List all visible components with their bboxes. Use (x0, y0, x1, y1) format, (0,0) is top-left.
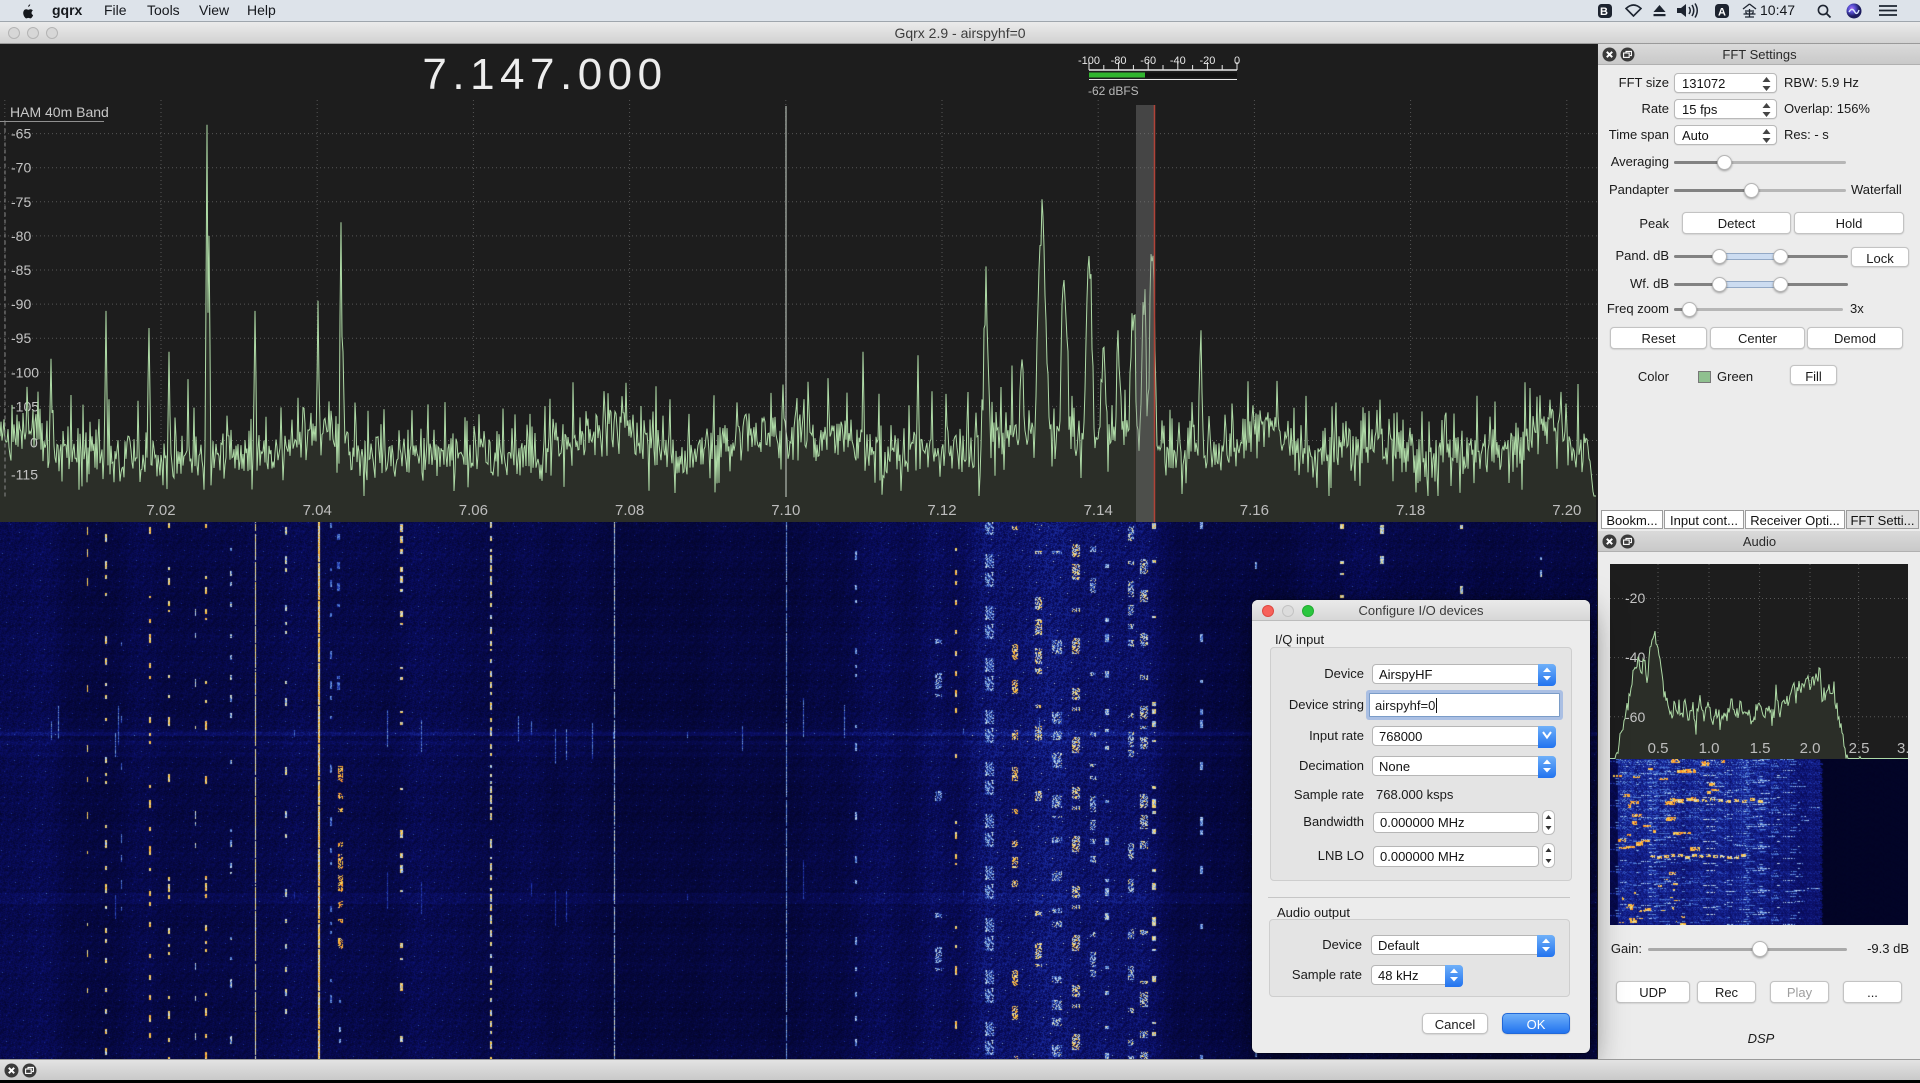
svg-text:7.12: 7.12 (927, 502, 956, 519)
svg-text:-20: -20 (1625, 590, 1645, 606)
svg-text:-90: -90 (11, 296, 31, 312)
svg-text:B: B (1600, 6, 1608, 18)
svg-text:-62 dBFS: -62 dBFS (1088, 84, 1139, 98)
svg-text:7.02: 7.02 (146, 502, 175, 519)
svg-text:7.06: 7.06 (459, 502, 488, 519)
svg-text:7.10: 7.10 (771, 502, 800, 519)
svg-text:7.18: 7.18 (1396, 502, 1425, 519)
svg-text:7.08: 7.08 (615, 502, 644, 519)
svg-text:1.0: 1.0 (1699, 740, 1720, 757)
svg-text:-60: -60 (1625, 709, 1645, 725)
svg-text:HAM 40m Band: HAM 40m Band (10, 104, 109, 120)
svg-text:-105: -105 (11, 398, 39, 414)
svg-text:7.20: 7.20 (1552, 502, 1581, 519)
svg-text:3.: 3. (1897, 740, 1908, 757)
svg-text:7.14: 7.14 (1084, 502, 1113, 519)
svg-text:7.16: 7.16 (1240, 502, 1269, 519)
svg-text:-80: -80 (11, 228, 31, 244)
svg-text:2.0: 2.0 (1800, 740, 1821, 757)
svg-text:-65: -65 (11, 126, 31, 142)
svg-text:1.5: 1.5 (1750, 740, 1771, 757)
svg-text:-75: -75 (11, 194, 31, 210)
svg-text:-95: -95 (11, 330, 31, 346)
svg-text:0.5: 0.5 (1648, 740, 1669, 757)
svg-text:2.5: 2.5 (1849, 740, 1870, 757)
svg-text:-85: -85 (11, 262, 31, 278)
svg-text:7.04: 7.04 (303, 502, 332, 519)
svg-text:-70: -70 (11, 160, 31, 176)
svg-text:7.147.000: 7.147.000 (422, 50, 667, 99)
svg-text:A: A (1718, 7, 1726, 19)
svg-text:-115: -115 (11, 467, 38, 483)
svg-text:-100: -100 (11, 364, 39, 380)
